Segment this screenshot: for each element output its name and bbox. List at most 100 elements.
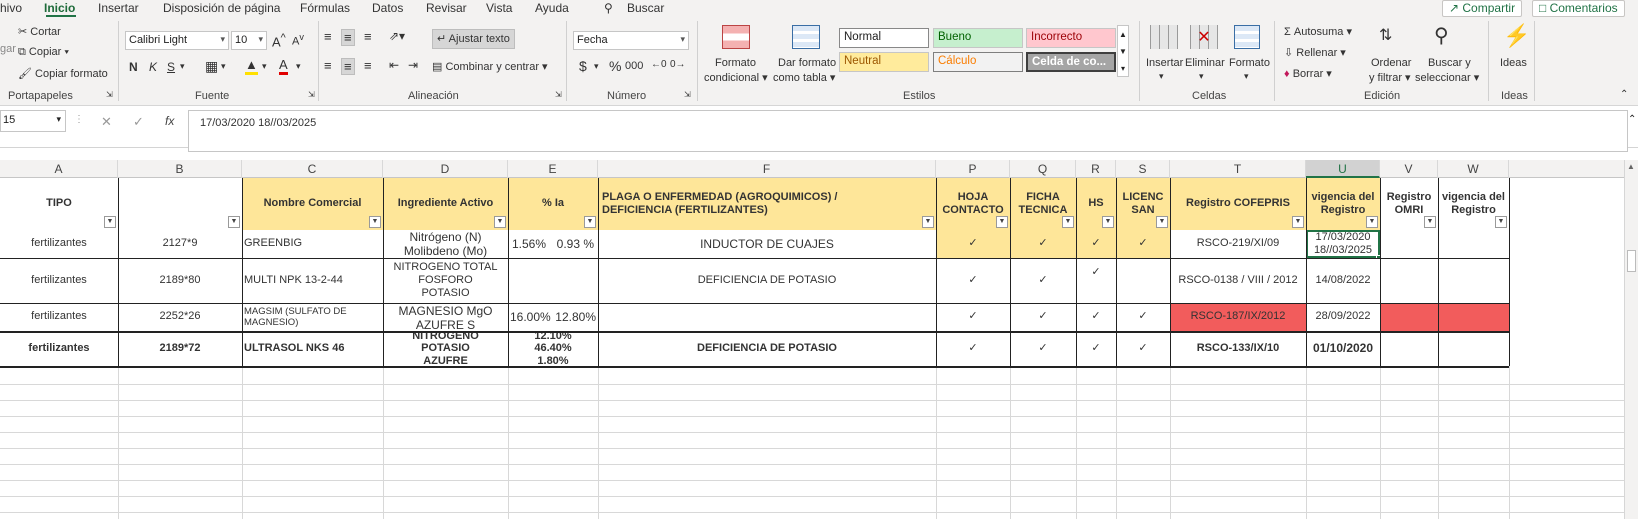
filter-dropdown-icon[interactable]: ▼ <box>228 216 240 228</box>
decrease-indent-icon[interactable]: ⇤ <box>389 58 399 72</box>
vertical-scrollbar[interactable]: ▲ <box>1624 160 1638 519</box>
filter-dropdown-icon[interactable]: ▼ <box>1424 216 1436 228</box>
chevron-down-icon[interactable]: ▾ <box>180 61 185 72</box>
row3-codigo[interactable]: 2252*26 <box>118 303 242 331</box>
enter-icon[interactable]: ✓ <box>133 114 144 130</box>
style-good[interactable]: Bueno <box>933 28 1023 48</box>
row3-ingrediente[interactable]: MAGNESIO MgO AZUFRE S <box>383 303 508 331</box>
row1-tipo[interactable]: fertilizantes <box>0 230 118 258</box>
row3-ficha[interactable]: ✓ <box>1010 303 1076 331</box>
row4-plaga[interactable]: DEFICIENCIA DE POTASIO <box>598 331 936 366</box>
row3-vigencia[interactable]: 28/09/2022 <box>1306 303 1380 331</box>
find-select-icon[interactable]: ⚲ <box>1434 23 1449 48</box>
row1-hoja[interactable]: ✓ <box>936 230 1010 258</box>
row2-tipo[interactable]: fertilizantes <box>0 258 118 303</box>
launcher-icon[interactable]: ⇲ <box>308 90 315 99</box>
row2-codigo[interactable]: 2189*80 <box>118 258 242 303</box>
filter-dropdown-icon[interactable]: ▼ <box>494 216 506 228</box>
comments-button[interactable]: □ Comentarios <box>1532 0 1625 17</box>
filter-dropdown-icon[interactable]: ▼ <box>1156 216 1168 228</box>
paste-label[interactable]: gar <box>0 43 16 55</box>
clear-button[interactable]: ♦ Borrar ▾ <box>1284 67 1332 80</box>
bold-button[interactable]: N <box>129 60 138 74</box>
filter-dropdown-icon[interactable]: ▼ <box>584 216 596 228</box>
row4-ingrediente[interactable]: NITROGENO POTASIO AZUFRE <box>383 331 508 366</box>
scroll-thumb[interactable] <box>1627 250 1636 272</box>
share-button[interactable]: ↗ Compartir <box>1442 0 1523 17</box>
row4-nombre[interactable]: ULTRASOL NKS 46 <box>242 331 383 366</box>
header-nombre-comercial[interactable]: Nombre Comercial <box>242 178 383 230</box>
conditional-format-label-1[interactable]: Formato <box>715 57 756 69</box>
delete-cells-icon[interactable]: ✕ <box>1190 25 1218 49</box>
row2-ingrediente[interactable]: NITROGENO TOTAL FOSFORO POTASIO <box>383 258 508 303</box>
insert-cells-label[interactable]: Insertar <box>1146 57 1183 69</box>
filter-dropdown-icon[interactable]: ▼ <box>922 216 934 228</box>
column-header-W[interactable]: W <box>1438 160 1509 178</box>
row2-hs[interactable]: ✓ <box>1076 250 1116 295</box>
italic-button[interactable]: K <box>149 60 157 74</box>
row2-plaga[interactable]: DEFICIENCIA DE POTASIO <box>598 258 936 303</box>
header-cofepris[interactable]: Registro COFEPRIS <box>1170 178 1306 230</box>
borders-icon[interactable]: ▦ <box>205 58 218 75</box>
sort-filter-icon[interactable]: ⇅ <box>1379 25 1392 45</box>
column-header-P[interactable]: P <box>936 160 1010 178</box>
increase-indent-icon[interactable]: ⇥ <box>408 58 418 72</box>
column-header-C[interactable]: C <box>242 160 383 178</box>
chevron-down-icon[interactable]: ▾ <box>221 61 226 72</box>
menu-insertar[interactable]: Insertar <box>98 1 139 15</box>
filter-dropdown-icon[interactable]: ▼ <box>1062 216 1074 228</box>
format-cells-icon[interactable] <box>1234 25 1260 49</box>
row2-nombre[interactable]: MULTI NPK 13-2-44 <box>242 258 383 303</box>
decrease-font-icon[interactable]: Av <box>292 32 304 48</box>
row3-omri[interactable] <box>1380 303 1438 331</box>
column-header-F[interactable]: F <box>598 160 936 178</box>
row3-plaga[interactable] <box>598 303 936 331</box>
format-painter-button[interactable]: 🖌 Copiar formato <box>18 67 108 80</box>
chevron-down-icon[interactable]: ▾ <box>296 61 301 72</box>
currency-button[interactable]: $ <box>579 58 587 74</box>
thousands-button[interactable]: 000 <box>625 60 643 72</box>
align-left-icon[interactable]: ≡ <box>324 58 332 73</box>
insert-cells-icon[interactable] <box>1150 25 1178 49</box>
row2-vigencia[interactable]: 14/08/2022 <box>1306 258 1380 303</box>
filter-dropdown-icon[interactable]: ▼ <box>1292 216 1304 228</box>
style-neutral[interactable]: Neutral <box>839 52 929 72</box>
menu-formulas[interactable]: Fórmulas <box>300 1 350 15</box>
styles-scroll[interactable]: ▲ ▼ ▾ <box>1117 25 1129 77</box>
format-cells-label[interactable]: Formato <box>1229 57 1270 69</box>
column-header-V[interactable]: V <box>1380 160 1438 178</box>
row3-licenc[interactable]: ✓ <box>1116 303 1170 331</box>
increase-font-icon[interactable]: A^ <box>272 32 286 49</box>
launcher-icon[interactable]: ⇲ <box>684 90 691 99</box>
row4-licenc[interactable]: ✓ <box>1116 331 1170 366</box>
collapse-ribbon-icon[interactable]: ⌃ <box>1620 89 1628 100</box>
menu-archivo[interactable]: hivo <box>0 1 22 15</box>
launcher-icon[interactable]: ⇲ <box>106 90 113 99</box>
header-tipo[interactable]: TIPO <box>0 178 118 230</box>
row1-cofepris[interactable]: RSCO-219/XI/09 <box>1170 230 1306 258</box>
style-normal[interactable]: Normal <box>839 28 929 48</box>
filter-active-icon[interactable]: ▼ <box>369 216 381 228</box>
row1-codigo[interactable]: 2127*9 <box>118 230 242 258</box>
filter-dropdown-icon[interactable]: ▼ <box>1495 216 1507 228</box>
conditional-format-icon[interactable] <box>722 25 750 49</box>
row1-vigencia-selected[interactable]: 17/03/2020 18//03/2025 <box>1306 230 1380 258</box>
orientation-icon[interactable]: ⇗▾ <box>389 29 405 43</box>
percent-button[interactable]: % <box>609 58 621 74</box>
row3-vigencia2[interactable] <box>1438 303 1509 331</box>
row3-hs[interactable]: ✓ <box>1076 303 1116 331</box>
menu-disposicion[interactable]: Disposición de página <box>163 1 280 15</box>
row3-hoja[interactable]: ✓ <box>936 303 1010 331</box>
row2-licenc[interactable] <box>1116 258 1170 303</box>
filter-dropdown-icon[interactable]: ▼ <box>996 216 1008 228</box>
row4-hs[interactable]: ✓ <box>1076 331 1116 366</box>
row2-hoja[interactable]: ✓ <box>936 258 1010 303</box>
sort-filter-label-2[interactable]: y filtrar ▾ <box>1369 71 1411 84</box>
menu-datos[interactable]: Datos <box>372 1 403 15</box>
cancel-icon[interactable]: ✕ <box>101 114 112 130</box>
ideas-button[interactable]: Ideas <box>1500 57 1527 69</box>
decrease-decimal-icon[interactable]: 0→ <box>670 59 686 70</box>
align-top-icon[interactable]: ≡ <box>324 29 332 44</box>
align-right-icon[interactable]: ≡ <box>364 58 372 73</box>
row3-nombre[interactable]: MAGSIM (SULFATO DE MAGNESIO) <box>242 303 383 331</box>
